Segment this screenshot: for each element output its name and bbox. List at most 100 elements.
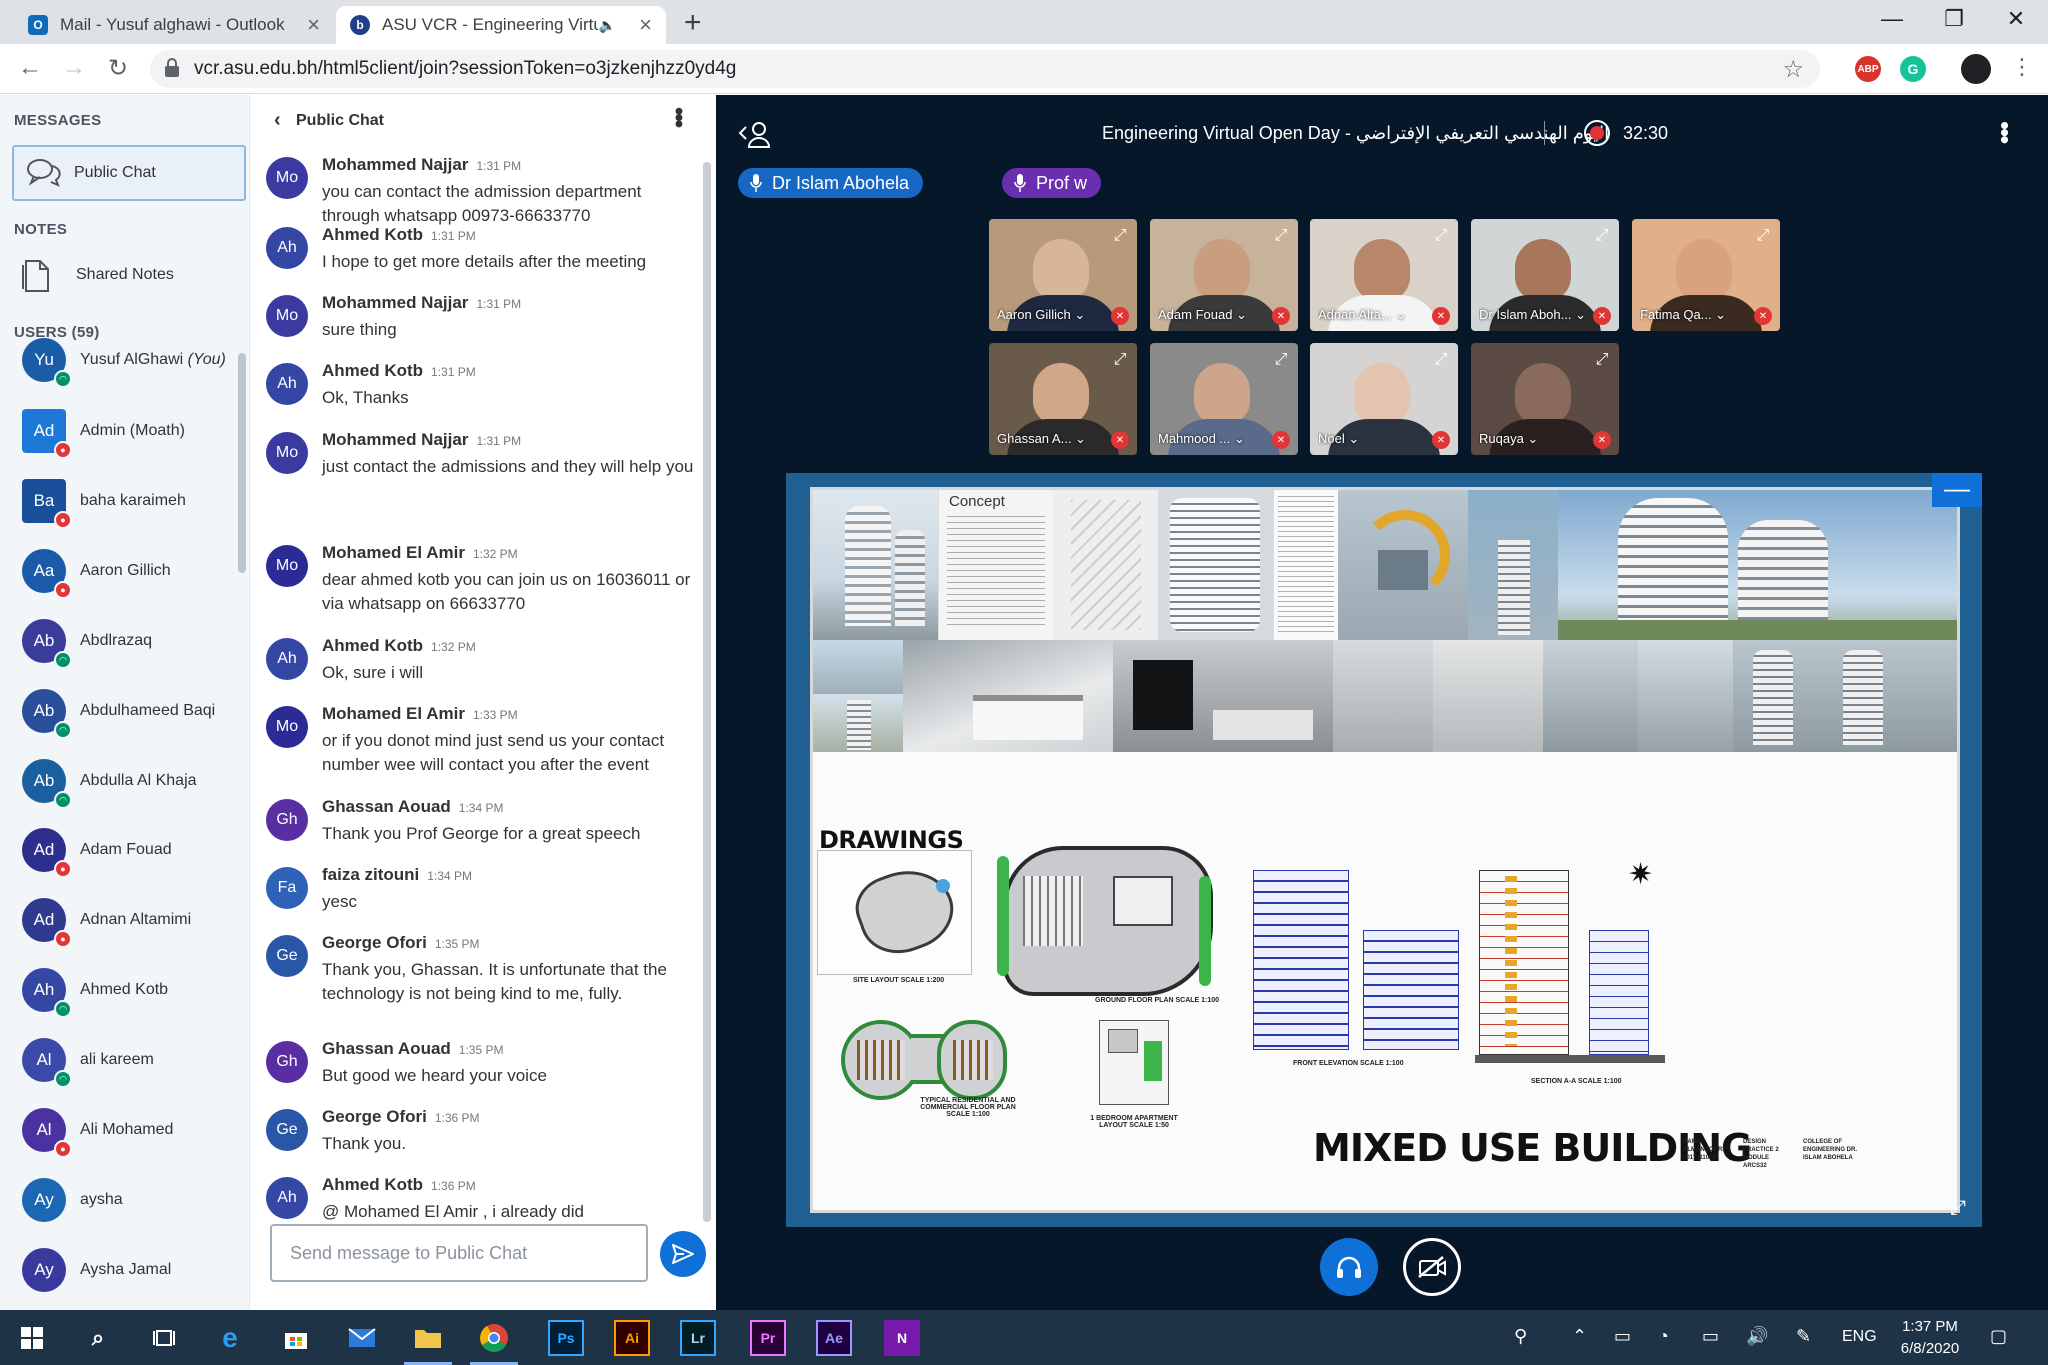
notifications-icon[interactable]: ▢ xyxy=(1990,1326,2007,1347)
lightroom-icon[interactable]: Lr xyxy=(680,1320,716,1356)
video-label[interactable]: Adnan Alta... ⌄ xyxy=(1318,307,1426,323)
user-list-item[interactable]: Al ● Ali Mohamed xyxy=(14,1100,239,1160)
fullscreen-icon[interactable]: ⤢ xyxy=(1430,225,1452,247)
video-label[interactable]: Ruqaya ⌄ xyxy=(1479,431,1587,447)
bookmark-star-icon[interactable]: ☆ xyxy=(1782,55,1804,84)
user-list-item[interactable]: Ba ● baha karaimeh xyxy=(14,471,239,531)
video-tile[interactable]: ⤢ Mahmood ... ⌄ ✕ xyxy=(1150,343,1298,455)
audio-headphones-button[interactable] xyxy=(1320,1238,1378,1296)
onenote-icon[interactable]: N xyxy=(884,1320,920,1356)
close-icon[interactable]: × xyxy=(639,12,652,38)
user-list-item[interactable]: Ad ● Admin (Moath) xyxy=(14,401,239,461)
fullscreen-icon[interactable]: ⤢ xyxy=(1270,349,1292,371)
user-list-item[interactable]: Ab ◠ Abdulla Al Khaja xyxy=(14,751,239,811)
chat-message-input[interactable]: Send message to Public Chat xyxy=(270,1224,648,1282)
after-effects-icon[interactable]: Ae xyxy=(816,1320,852,1356)
chevron-up-icon[interactable]: ⌃ xyxy=(1572,1326,1587,1347)
user-list-item[interactable]: Ab ◠ Abdulhameed Baqi xyxy=(14,681,239,741)
fullscreen-icon[interactable]: ⤢ xyxy=(1752,225,1774,247)
store-icon[interactable] xyxy=(278,1320,314,1356)
fullscreen-icon[interactable]: ⤢ xyxy=(1270,225,1292,247)
user-list-item[interactable]: Ah ◠ Ahmed Kotb xyxy=(14,960,239,1020)
fullscreen-icon[interactable]: ⤢ xyxy=(1950,1197,1976,1223)
taskbar-clock[interactable]: 1:37 PM 6/8/2020 xyxy=(1896,1316,1964,1360)
minimize-icon[interactable]: — xyxy=(1872,6,1912,32)
video-tile[interactable]: ⤢ Noel ⌄ ✕ xyxy=(1310,343,1458,455)
user-list-item[interactable]: Ab ◠ Abdlrazaq xyxy=(14,611,239,671)
maximize-icon[interactable]: ❐ xyxy=(1934,6,1974,32)
video-label[interactable]: Ghassan A... ⌄ xyxy=(997,431,1105,447)
recording-icon[interactable] xyxy=(1584,120,1610,146)
video-label[interactable]: Fatima Qa... ⌄ xyxy=(1640,307,1748,323)
video-tile[interactable]: ⤢ Adam Fouad ⌄ ✕ xyxy=(1150,219,1298,331)
profile-avatar[interactable] xyxy=(1961,54,1991,84)
mail-icon[interactable] xyxy=(344,1320,380,1356)
forward-icon[interactable]: → xyxy=(58,54,90,82)
video-label[interactable]: Adam Fouad ⌄ xyxy=(1158,307,1266,323)
user-list-item[interactable]: Ad ● Adam Fouad xyxy=(14,820,239,880)
search-icon[interactable]: ⌕ xyxy=(80,1320,116,1356)
video-label[interactable]: Dr Islam Aboh... ⌄ xyxy=(1479,307,1587,323)
chat-scrollbar[interactable] xyxy=(703,162,711,1222)
window-close-icon[interactable]: ✕ xyxy=(1996,6,2036,32)
video-label[interactable]: Mahmood ... ⌄ xyxy=(1158,431,1266,447)
video-tile[interactable]: ⤢ Dr Islam Aboh... ⌄ ✕ xyxy=(1471,219,1619,331)
video-tile[interactable]: ⤢ Adnan Alta... ⌄ ✕ xyxy=(1310,219,1458,331)
back-icon[interactable]: ← xyxy=(14,54,46,82)
user-list-item[interactable]: Aa ● Aaron Gillich xyxy=(14,541,239,601)
user-list-scrollbar[interactable] xyxy=(238,353,246,573)
battery-icon[interactable]: ▭ xyxy=(1702,1326,1719,1347)
close-icon[interactable]: × xyxy=(307,12,320,38)
display-icon[interactable]: ▭ xyxy=(1614,1326,1631,1347)
talking-indicator-islam[interactable]: Dr Islam Abohela xyxy=(738,168,924,198)
user-list-item[interactable]: Yu ◠ Yusuf AlGhawi (You) xyxy=(14,330,239,390)
fullscreen-icon[interactable]: ⤢ xyxy=(1109,349,1131,371)
task-view-icon[interactable] xyxy=(146,1320,182,1356)
tab-outlook[interactable]: O Mail - Yusuf alghawi - Outlook × xyxy=(14,6,334,44)
adblock-icon[interactable]: ABP xyxy=(1855,56,1881,82)
speaker-icon[interactable]: 🔈 xyxy=(599,17,616,34)
talking-indicator-prof[interactable]: Prof w xyxy=(1002,168,1102,198)
grammarly-icon[interactable]: G xyxy=(1900,56,1926,82)
browser-menu-icon[interactable]: ⋮ xyxy=(2006,54,2038,80)
edge-icon[interactable]: e xyxy=(212,1320,248,1356)
user-list-item[interactable]: Ad ● Adnan Altamimi xyxy=(14,890,239,950)
send-message-button[interactable] xyxy=(660,1231,706,1277)
shared-notes-item[interactable]: Shared Notes xyxy=(14,255,244,295)
video-tile[interactable]: ⤢ Ghassan A... ⌄ ✕ xyxy=(989,343,1137,455)
video-label[interactable]: Noel ⌄ xyxy=(1318,431,1426,447)
new-tab-button[interactable]: + xyxy=(684,6,702,40)
address-bar[interactable]: vcr.asu.edu.bh/html5client/join?sessionT… xyxy=(150,50,1820,88)
user-list-item[interactable]: Ay Aysha Jamal xyxy=(14,1240,239,1300)
video-tile[interactable]: ⤢ Fatima Qa... ⌄ ✕ xyxy=(1632,219,1780,331)
public-chat-item[interactable]: Public Chat xyxy=(12,145,246,201)
pen-icon[interactable]: ✎ xyxy=(1796,1326,1811,1347)
volume-icon[interactable]: 🔊 xyxy=(1746,1326,1768,1347)
fullscreen-icon[interactable]: ⤢ xyxy=(1591,349,1613,371)
file-explorer-icon[interactable] xyxy=(410,1320,446,1356)
fullscreen-icon[interactable]: ⤢ xyxy=(1109,225,1131,247)
user-list-item[interactable]: Ay aysha xyxy=(14,1170,239,1230)
windows-start-icon[interactable] xyxy=(14,1320,50,1356)
minimize-presentation-button[interactable]: — xyxy=(1932,473,1982,507)
fullscreen-icon[interactable]: ⤢ xyxy=(1430,349,1452,371)
video-label[interactable]: Aaron Gillich ⌄ xyxy=(997,307,1105,323)
people-icon[interactable]: ⚲ xyxy=(1514,1326,1527,1347)
video-tile[interactable]: ⤢ Ruqaya ⌄ ✕ xyxy=(1471,343,1619,455)
chevron-left-icon[interactable]: ‹ xyxy=(274,109,281,132)
illustrator-icon[interactable]: Ai xyxy=(614,1320,650,1356)
wifi-icon[interactable]: ◔ xyxy=(1658,1326,1669,1347)
chat-options-icon[interactable]: ••• xyxy=(664,107,692,126)
chrome-icon[interactable] xyxy=(476,1320,512,1356)
meeting-options-icon[interactable]: ••• xyxy=(1989,121,2020,142)
language-indicator[interactable]: ENG xyxy=(1842,1328,1877,1346)
premiere-icon[interactable]: Pr xyxy=(750,1320,786,1356)
reload-icon[interactable]: ↻ xyxy=(102,54,134,83)
share-webcam-button[interactable] xyxy=(1403,1238,1461,1296)
tab-asu-vcr[interactable]: b ASU VCR - Engineering Virtu 🔈 × xyxy=(336,6,666,44)
photoshop-icon[interactable]: Ps xyxy=(548,1320,584,1356)
user-list-item[interactable]: Al ◠ ali kareem xyxy=(14,1030,239,1090)
fullscreen-icon[interactable]: ⤢ xyxy=(1591,225,1613,247)
video-tile[interactable]: ⤢ Aaron Gillich ⌄ ✕ xyxy=(989,219,1137,331)
toggle-user-list-icon[interactable] xyxy=(738,121,772,149)
